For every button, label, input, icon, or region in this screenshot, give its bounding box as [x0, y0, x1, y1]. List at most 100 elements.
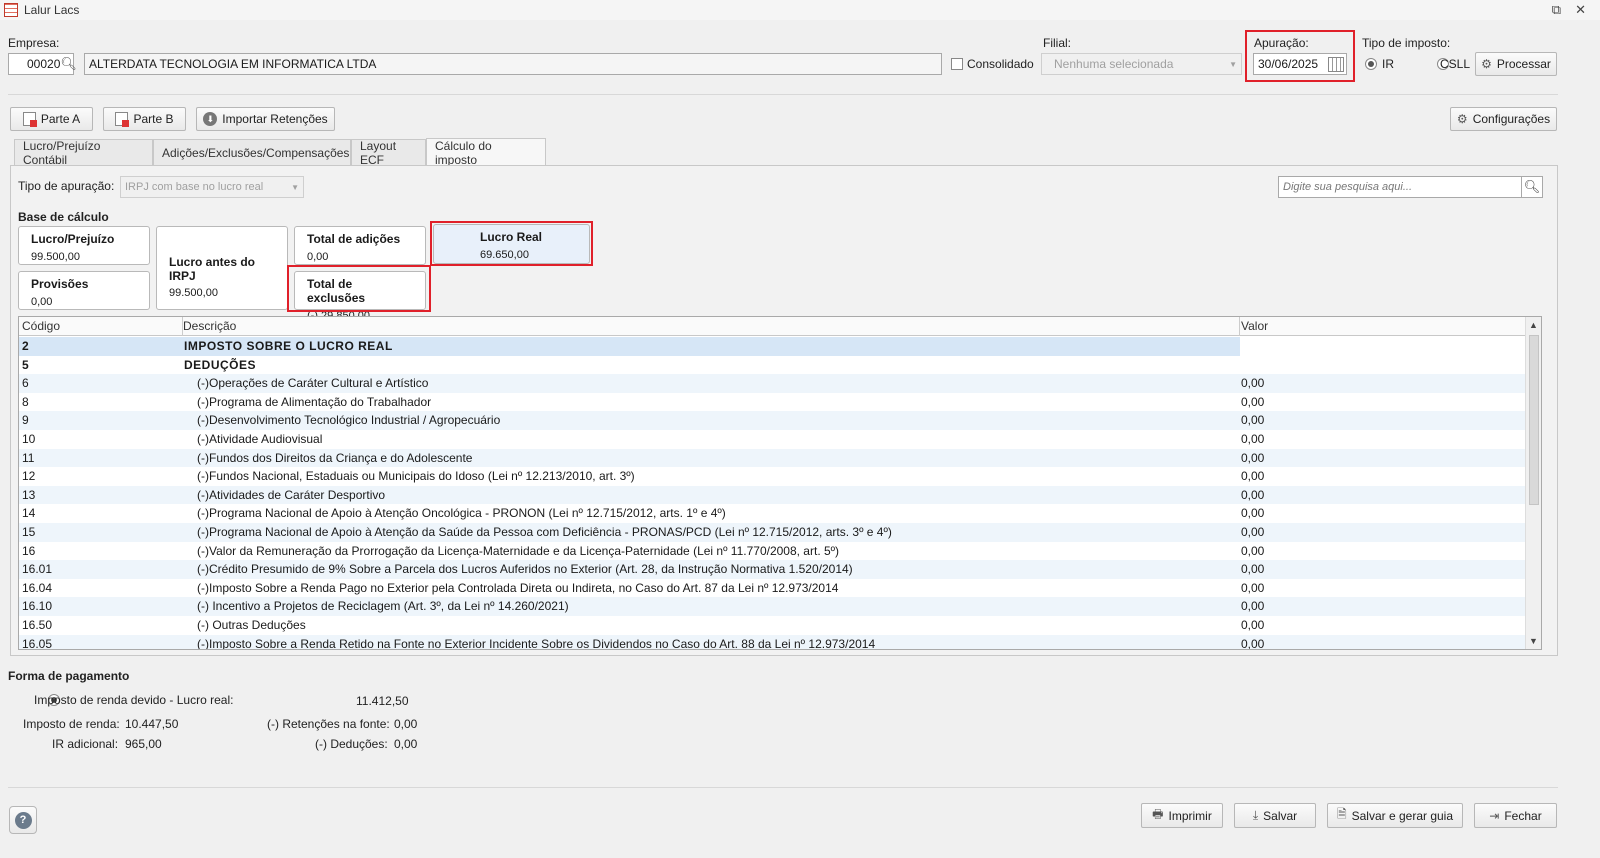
table-row[interactable]: 10 (-)Atividade Audiovisual 0,00 — [19, 430, 1526, 449]
title-bar: Lalur Lacs ⧉ ✕ — [0, 0, 1600, 20]
cell-descricao: (-)Fundos dos Direitos da Criança e do A… — [197, 450, 473, 465]
tab-calculo-imposto[interactable]: Cálculo do imposto — [426, 138, 546, 167]
table-row[interactable]: 16.05 (-)Imposto Sobre a Renda Retido na … — [19, 634, 1526, 650]
imposto-devido-label: Imposto de renda devido - Lucro real: — [34, 693, 234, 707]
tab-lucro-prejuizo[interactable]: Lucro/Prejuízo Contábil — [14, 139, 153, 167]
fechar-button[interactable]: ⇥ Fechar — [1474, 803, 1557, 828]
save-download-icon: ⤓ — [1252, 808, 1259, 822]
parte-b-button[interactable]: Parte B — [103, 107, 186, 131]
ir-radio[interactable] — [1365, 58, 1377, 70]
salvar-button[interactable]: ⤓ Salvar — [1234, 803, 1316, 828]
csll-label: CSLL — [1440, 57, 1471, 71]
configuracoes-button[interactable]: ⚙ Configurações — [1450, 107, 1557, 131]
cell-descricao: (-)Operações de Caráter Cultural e Artís… — [197, 376, 429, 391]
ir-adicional-label: IR adicional: — [52, 737, 119, 751]
salvar-label: Salvar — [1263, 808, 1298, 823]
cell-descricao: (-)Atividade Audiovisual — [197, 431, 323, 446]
cell-codigo: 16.10 — [22, 599, 53, 614]
cell-descricao: (-) Outras Deduções — [197, 617, 306, 632]
table-row[interactable]: 14 (-)Programa Nacional de Apoio à Atençã… — [19, 504, 1526, 523]
base-calculo-label: Base de cálculo — [18, 210, 109, 224]
table-row[interactable]: 16.50 (-) Outras Deduções 0,00 — [19, 616, 1526, 635]
card-title: Total de adições — [307, 232, 401, 246]
column-valor[interactable]: Valor — [1241, 319, 1268, 333]
card-title: Total de exclusões — [307, 277, 366, 305]
close-window-button[interactable]: ✕ — [1575, 2, 1586, 18]
table-row[interactable]: 15 (-)Programa Nacional de Apoio à Atençã… — [19, 522, 1526, 542]
column-divider — [182, 317, 183, 336]
salvar-gerar-guia-button[interactable]: 🗎 Salvar e gerar guia — [1327, 803, 1463, 828]
search-input[interactable]: Digite sua pesquisa aqui... — [1278, 176, 1522, 198]
table-row[interactable]: 12 (-)Fundos Nacional, Estaduais ou Munic… — [19, 467, 1526, 486]
deducoes-value: 0,00 — [394, 737, 418, 751]
importar-retencoes-button[interactable]: ⬇ Importar Retenções — [196, 107, 335, 131]
parte-b-label: Parte B — [133, 112, 174, 126]
cell-descricao: (-) Incentivo a Projetos de Reciclagem (… — [197, 599, 569, 614]
apuracao-date-field[interactable]: 30/06/2025 — [1253, 53, 1347, 75]
table-row[interactable]: 13 (-)Atividades de Caráter Desportivo 0,0… — [19, 485, 1526, 505]
filial-select[interactable]: Nenhuma selecionada ▼ — [1041, 53, 1242, 75]
column-descricao[interactable]: Descrição — [183, 319, 236, 333]
card-title: Provisões — [31, 277, 89, 291]
table-row[interactable]: 8 (-)Programa de Alimentação do Trabalhad… — [19, 393, 1526, 412]
card-value: 0,00 — [31, 296, 53, 308]
cell-codigo: 5 — [22, 357, 30, 372]
scrollbar-thumb[interactable] — [1529, 335, 1539, 505]
cell-descricao: (-)Programa Nacional de Apoio à Atenção … — [197, 506, 726, 521]
table-row[interactable]: 5 DEDUÇÕES — [19, 356, 1526, 375]
card-lucro-antes-irpj: Lucro antes do IRPJ 99.500,00 — [156, 226, 288, 310]
empresa-code-field[interactable]: 00020 🔍︎ — [8, 53, 77, 75]
cell-valor: 0,00 — [1241, 431, 1265, 446]
table-header: Código Descrição Valor — [19, 317, 1526, 336]
search-button[interactable]: 🔍︎ — [1521, 176, 1543, 198]
table-row[interactable]: 11 (-)Fundos dos Direitos da Criança e do… — [19, 448, 1526, 468]
tipo-apuracao-label: Tipo de apuração: — [18, 179, 115, 193]
filial-label: Filial: — [1043, 36, 1072, 50]
table-row[interactable]: 16.10 (-) Incentivo a Projetos de Recicla… — [19, 597, 1526, 616]
vertical-scrollbar[interactable]: ▲ ▼ — [1525, 317, 1541, 649]
cell-valor: 0,00 — [1241, 636, 1265, 650]
scroll-up-icon[interactable]: ▲ — [1529, 320, 1538, 330]
search-placeholder: Digite sua pesquisa aqui... — [1283, 181, 1413, 193]
parte-a-label: Parte A — [40, 112, 81, 126]
help-button[interactable]: ? — [9, 806, 37, 834]
search-icon[interactable]: 🔍︎ — [60, 56, 77, 72]
card-value: 99.500,00 — [31, 251, 80, 263]
cell-codigo: 9 — [22, 413, 29, 428]
imprimir-button[interactable]: 🖶 Imprimir — [1141, 803, 1223, 828]
table-row[interactable]: 9 (-)Desenvolvimento Tecnológico Industri… — [19, 411, 1526, 430]
card-value: 0,00 — [307, 251, 329, 263]
cell-codigo: 14 — [22, 506, 36, 521]
footer-separator — [8, 787, 1558, 788]
ir-adicional-value: 965,00 — [125, 737, 162, 751]
restore-window-button[interactable]: ⧉ — [1552, 2, 1561, 18]
parte-a-button[interactable]: Parte A — [10, 107, 93, 131]
cell-descricao: (-)Imposto Sobre a Renda Retido na Fonte… — [197, 636, 876, 650]
empresa-label: Empresa: — [8, 36, 60, 50]
imposto-devido-value: 11.412,50 — [356, 694, 409, 708]
filial-value: Nenhuma selecionada — [1054, 57, 1174, 71]
scroll-down-icon[interactable]: ▼ — [1529, 636, 1538, 646]
table-row[interactable]: 16.01 (-)Crédito Presumido de 9% Sobre a … — [19, 560, 1526, 579]
card-value: 99.500,00 — [169, 287, 218, 299]
cell-valor: 0,00 — [1241, 450, 1265, 465]
table-row[interactable]: 6 (-)Operações de Caráter Cultural e Artí… — [19, 374, 1526, 393]
cell-valor: 0,00 — [1241, 376, 1265, 391]
forma-pagamento-label: Forma de pagamento — [8, 669, 130, 683]
cell-codigo: 16.05 — [22, 636, 53, 650]
retencoes-label: (-) Retenções na fonte: — [267, 717, 390, 731]
consolidado-checkbox[interactable] — [951, 58, 963, 70]
fechar-label: Fechar — [1504, 808, 1542, 823]
tab-adicoes-exclusoes[interactable]: Adições/Exclusões/Compensações — [153, 139, 351, 165]
table-row[interactable]: 16 (-)Valor da Remuneração da Prorrogação… — [19, 542, 1526, 561]
table-row[interactable]: 2 IMPOSTO SOBRE O LUCRO REAL — [19, 337, 1526, 356]
cell-codigo: 10 — [22, 431, 36, 446]
tipo-apuracao-select[interactable]: IRPJ com base no lucro real ▼ — [120, 176, 304, 198]
tab-layout-ecf[interactable]: Layout ECF — [351, 139, 426, 167]
table-row[interactable]: 16.04 (-)Imposto Sobre a Renda Pago no Ex… — [19, 579, 1526, 598]
processar-button[interactable]: ⚙ Processar — [1475, 52, 1557, 76]
column-codigo[interactable]: Código — [22, 319, 60, 333]
calendar-icon[interactable] — [1328, 56, 1344, 72]
card-lucro-prejuizo: Lucro/Prejuízo 99.500,00 — [18, 226, 150, 265]
cell-codigo: 16.01 — [22, 562, 53, 577]
